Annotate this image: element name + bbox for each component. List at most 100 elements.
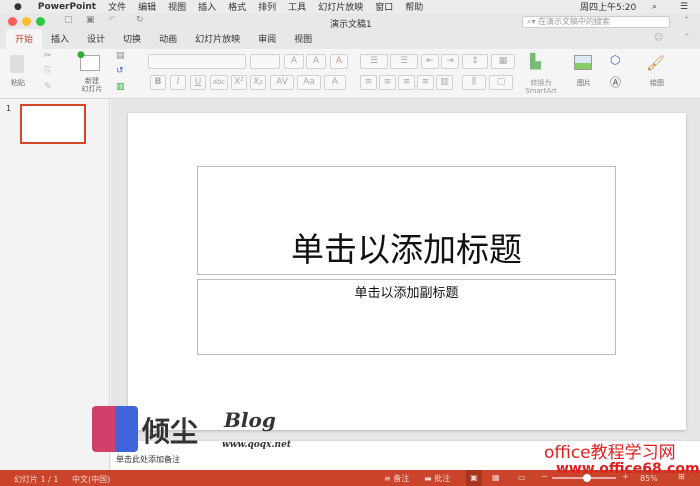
apple-icon[interactable]: ● (14, 2, 22, 12)
layout-icon[interactable]: ▤ (116, 51, 125, 61)
line-spacing-button[interactable]: ↕ (462, 54, 488, 69)
format-painter-icon[interactable]: ✎ (44, 82, 52, 92)
paste-icon[interactable] (10, 55, 24, 73)
comments-button[interactable]: ▬ 批注 (424, 473, 450, 484)
close-button[interactable] (8, 17, 17, 26)
distribute-button[interactable]: ▥ (436, 75, 453, 90)
menu-arrange[interactable]: 排列 (258, 0, 276, 13)
sidebar-icon[interactable]: ▢ (64, 15, 73, 25)
font-name-select[interactable] (148, 54, 246, 69)
strikethrough-button[interactable]: abc (210, 75, 228, 90)
share-icon[interactable]: ⁺ (684, 15, 689, 25)
align-left-button[interactable]: ≡ (360, 75, 377, 90)
smartart-icon[interactable]: ▙ (530, 54, 541, 70)
italic-button[interactable]: I (170, 75, 186, 90)
numbering-button[interactable]: ☰ (390, 54, 418, 69)
redo-icon[interactable]: ↻ (136, 15, 144, 25)
notes-button[interactable]: ≡ 备注 (384, 473, 409, 484)
zoom-button[interactable] (36, 17, 45, 26)
slide-thumbnail[interactable] (20, 104, 86, 144)
columns-button[interactable]: ▦ (491, 54, 515, 69)
tab-view[interactable]: 视图 (285, 32, 321, 49)
subscript-button[interactable]: X₂ (250, 75, 266, 90)
tab-transitions[interactable]: 切换 (114, 32, 150, 49)
watermark-site-url: www.office68.com (556, 461, 700, 477)
clear-format-button[interactable]: A (330, 54, 348, 69)
picture-icon[interactable] (574, 55, 592, 70)
align-center-button[interactable]: ≡ (379, 75, 396, 90)
section-icon[interactable]: ▥ (116, 82, 125, 92)
char-spacing-button[interactable]: AV (270, 75, 294, 90)
clock[interactable]: 周四上午5:20 (580, 0, 636, 13)
justify-button[interactable]: ≡ (417, 75, 434, 90)
title-text: 单击以添加标题 (291, 230, 522, 269)
picture-label[interactable]: 图片 (574, 79, 594, 87)
convert-smartart-label[interactable]: 转换为 SmartArt (522, 79, 560, 95)
cut-icon[interactable]: ✂ (44, 51, 52, 61)
sorter-view-icon[interactable]: ▦ (492, 473, 500, 482)
new-slide-icon[interactable]: ● (77, 50, 100, 71)
watermark-blog: Blog (224, 408, 276, 432)
text-direction-button[interactable]: ⫼ (462, 75, 486, 90)
smiley-icon[interactable]: ☺ (654, 33, 663, 43)
minimize-button[interactable] (22, 17, 31, 26)
tab-design[interactable]: 设计 (78, 32, 114, 49)
menu-help[interactable]: 帮助 (405, 0, 423, 13)
tab-slideshow[interactable]: 幻灯片放映 (186, 32, 249, 49)
menu-tools[interactable]: 工具 (288, 0, 306, 13)
align-right-button[interactable]: ≡ (398, 75, 415, 90)
language[interactable]: 中文(中国) (72, 474, 110, 485)
zoom-out-button[interactable]: − (541, 472, 548, 481)
underline-button[interactable]: U (190, 75, 206, 90)
change-case-button[interactable]: Aa (297, 75, 321, 90)
tab-animations[interactable]: 动画 (150, 32, 186, 49)
new-slide-label[interactable]: 新建 幻灯片 (78, 77, 106, 93)
undo-icon[interactable]: ↶ (108, 15, 116, 25)
superscript-button[interactable]: X² (231, 75, 247, 90)
bold-button[interactable]: B (150, 75, 166, 90)
search-placeholder: 在演示文稿中的搜索 (538, 17, 611, 26)
menu-format[interactable]: 格式 (228, 0, 246, 13)
bullets-button[interactable]: ☰ (360, 54, 388, 69)
reset-icon[interactable]: ↺ (116, 66, 124, 76)
font-size-select[interactable] (250, 54, 280, 69)
indent-increase-button[interactable]: ⇥ (441, 54, 459, 69)
slide-canvas[interactable]: 单击以添加标题 单击以添加副标题 (128, 113, 686, 430)
tab-home[interactable]: 开始 (6, 29, 43, 49)
menu-file[interactable]: 文件 (108, 0, 126, 13)
collapse-ribbon-icon[interactable]: ⌃ (683, 33, 691, 43)
copy-icon[interactable]: ⎘ (44, 66, 51, 76)
draw-label[interactable]: 绘图 (646, 79, 668, 87)
slideshow-view-icon[interactable]: ▭ (518, 473, 526, 482)
document-title: 演示文稿1 (330, 20, 372, 30)
shapes-icon[interactable]: ⬡ (610, 53, 620, 67)
title-placeholder[interactable]: 单击以添加标题 (197, 166, 616, 275)
search-input[interactable]: ⌕▾ 在演示文稿中的搜索 (522, 16, 670, 28)
subtitle-placeholder[interactable]: 单击以添加副标题 (197, 279, 616, 355)
watermark-site: office教程学习网 (544, 443, 676, 463)
search-icon[interactable]: ⌕ (652, 2, 657, 12)
align-text-button[interactable]: ▢ (489, 75, 513, 90)
menu-view[interactable]: 视图 (168, 0, 186, 13)
zoom-slider[interactable] (552, 474, 616, 482)
tab-review[interactable]: 审阅 (249, 32, 285, 49)
comments-label: 批注 (434, 474, 451, 483)
menu-slideshow[interactable]: 幻灯片放映 (318, 0, 363, 13)
menu-edit[interactable]: 编辑 (138, 0, 156, 13)
menu-insert[interactable]: 插入 (198, 0, 216, 13)
notes-label: 备注 (393, 474, 410, 483)
menu-app[interactable]: PowerPoint (38, 2, 96, 12)
shrink-font-button[interactable]: A (306, 54, 326, 69)
font-color-button[interactable]: A (324, 75, 346, 90)
grow-font-button[interactable]: A (284, 54, 304, 69)
indent-decrease-button[interactable]: ⇤ (421, 54, 439, 69)
textbox-icon[interactable]: Ⓐ (610, 74, 621, 90)
tab-insert[interactable]: 插入 (42, 32, 78, 49)
normal-view-icon[interactable]: ▣ (466, 470, 482, 486)
paste-label[interactable]: 粘贴 (8, 79, 28, 87)
list-icon[interactable]: ☰ (680, 2, 688, 12)
save-icon[interactable]: ▣ (86, 15, 95, 25)
ribbon: 粘贴 ✂ ⎘ ✎ ● 新建 幻灯片 ▤ ↺ ▥ A A A B I U abc … (0, 49, 700, 99)
draw-icon[interactable]: 🖌 (646, 54, 665, 72)
menu-window[interactable]: 窗口 (375, 0, 393, 13)
